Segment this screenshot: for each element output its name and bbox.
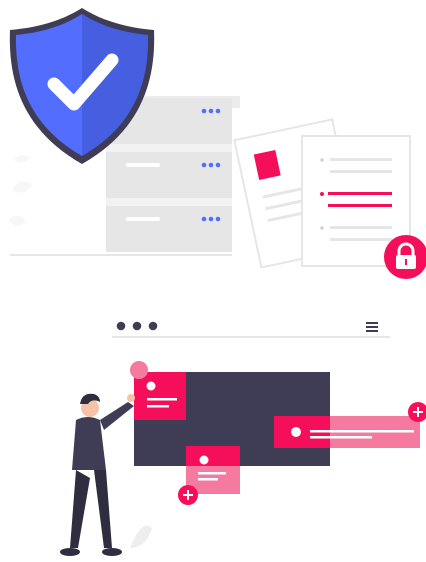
ground-line-top	[10, 254, 232, 256]
hamburger-menu-icon	[366, 322, 378, 332]
profile-card-right	[274, 416, 420, 448]
background-plant-left	[8, 154, 32, 226]
server-unit-2	[106, 152, 232, 198]
browser-bar-line	[112, 336, 390, 338]
browser-dots	[116, 321, 158, 331]
plus-icon	[178, 485, 198, 505]
person-illustration	[60, 393, 135, 556]
security-illustration	[0, 0, 426, 562]
server-unit-3	[106, 206, 232, 252]
lock-icon	[384, 235, 426, 279]
profile-card-top	[134, 372, 186, 420]
background-plant-bottom	[130, 525, 152, 548]
documents-icon	[233, 118, 411, 269]
profile-card-bottom	[186, 446, 240, 494]
floating-ball	[130, 361, 148, 379]
